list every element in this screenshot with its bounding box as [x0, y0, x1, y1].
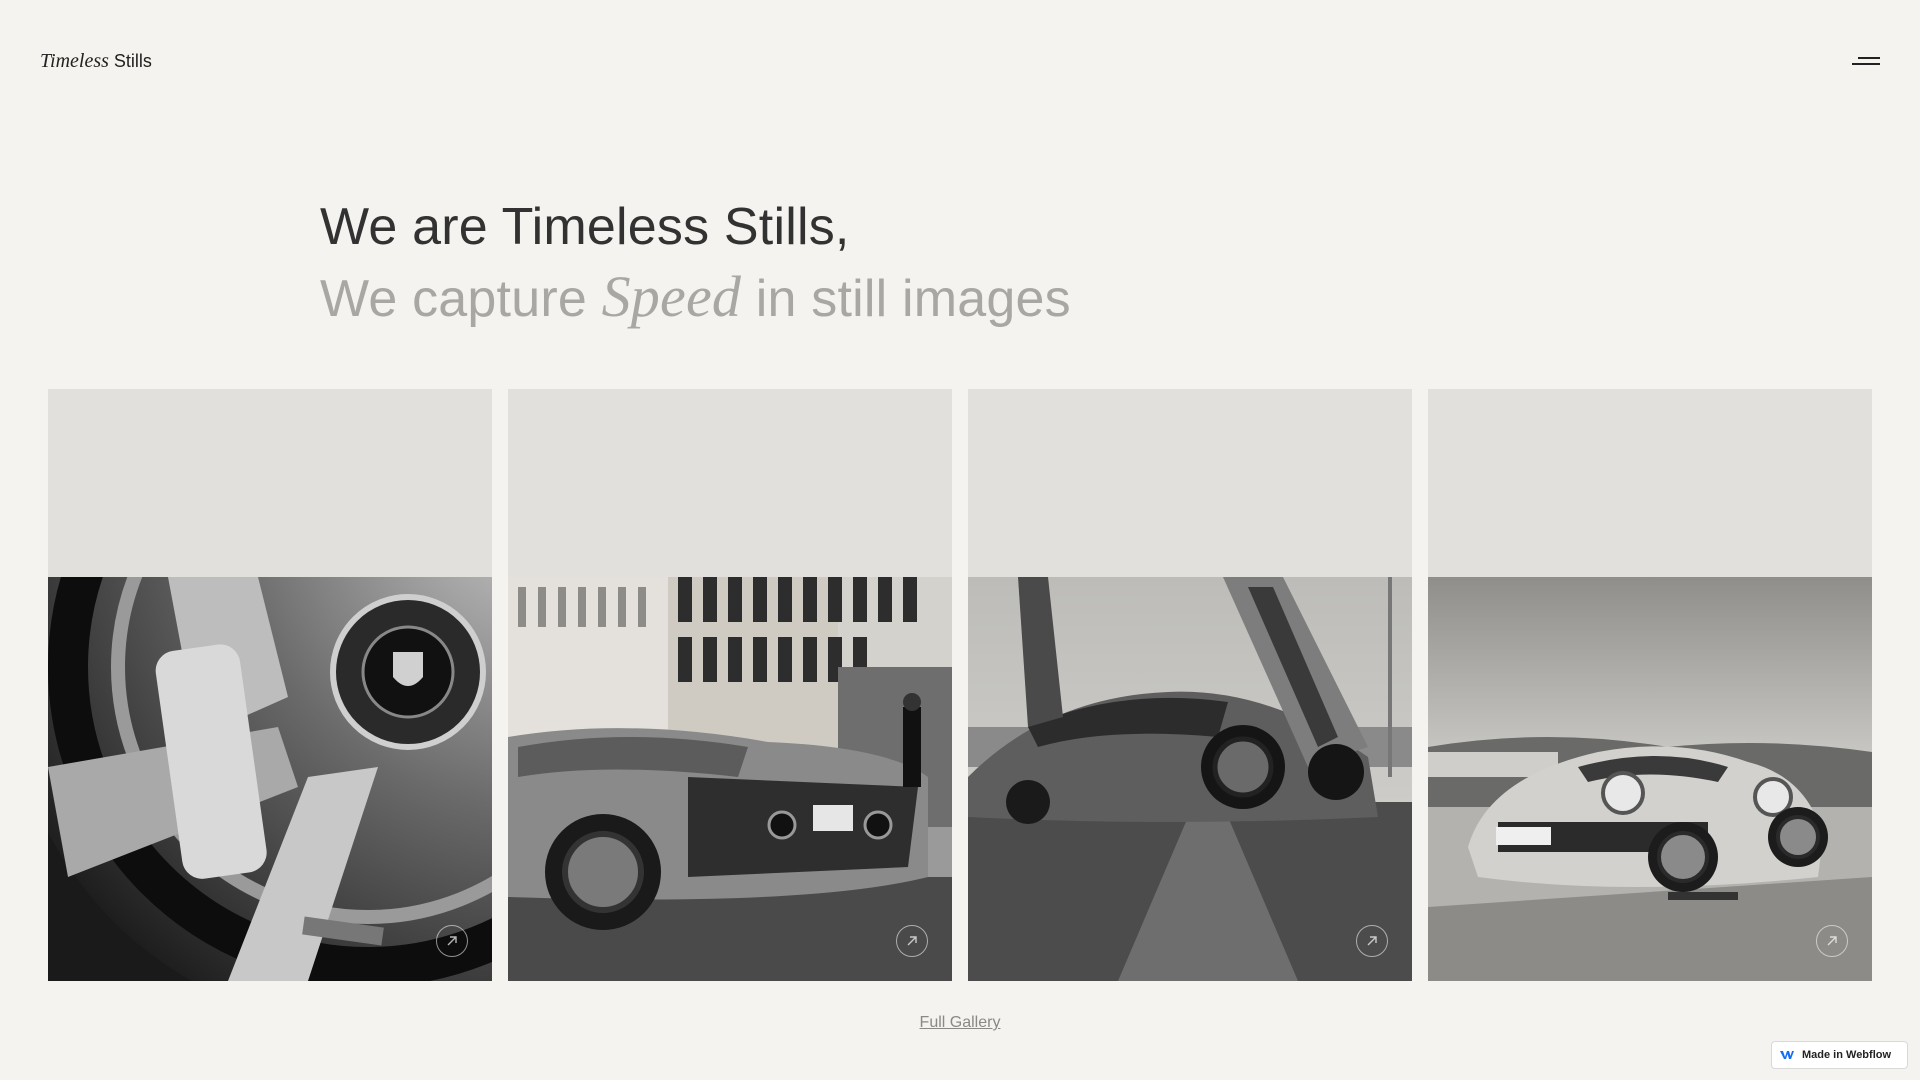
gallery-card-mclaren[interactable] [968, 389, 1412, 981]
full-gallery-link[interactable]: Full Gallery [920, 1014, 1001, 1031]
webflow-logo-icon [1780, 1051, 1794, 1059]
gallery-grid [48, 389, 1873, 981]
hero-subtitle: We capture Speed in still images [320, 262, 1620, 334]
logo-italic-text: Timeless [40, 50, 109, 72]
hero-subtitle-before: We capture [320, 270, 587, 328]
hamburger-menu-button[interactable] [1852, 52, 1882, 68]
open-arrow-button[interactable] [896, 925, 928, 957]
top-bar: Timeless Stills [0, 0, 1920, 126]
arrow-up-right-icon [447, 936, 457, 946]
hero-section: We are Timeless Stills, We capture Speed… [320, 192, 1620, 334]
made-in-webflow-badge[interactable]: Made in Webflow [1771, 1041, 1908, 1069]
gallery-card-porsche[interactable] [1428, 389, 1872, 981]
menu-line-icon [1852, 63, 1880, 65]
site-logo[interactable]: Timeless Stills [40, 50, 152, 73]
gallery-card-wheel[interactable] [48, 389, 492, 981]
menu-line-icon [1858, 57, 1880, 59]
open-arrow-button[interactable] [436, 925, 468, 957]
webflow-badge-label: Made in Webflow [1802, 1049, 1892, 1061]
arrow-up-right-icon [907, 936, 917, 946]
hero-title: We are Timeless Stills, [320, 198, 850, 256]
lamborghini-photo [508, 577, 952, 981]
hero-subtitle-speed: Speed [601, 264, 742, 329]
wheel-photo [48, 577, 492, 981]
open-arrow-button[interactable] [1816, 925, 1848, 957]
porsche-photo [1428, 577, 1872, 981]
open-arrow-button[interactable] [1356, 925, 1388, 957]
hero-subtitle-after: in still images [755, 270, 1071, 328]
gallery-card-lamborghini[interactable] [508, 389, 952, 981]
full-gallery-container: Full Gallery [0, 1014, 1920, 1032]
arrow-up-right-icon [1367, 936, 1377, 946]
logo-regular-text: Stills [113, 51, 152, 71]
arrow-up-right-icon [1827, 936, 1837, 946]
mclaren-photo [968, 577, 1412, 981]
